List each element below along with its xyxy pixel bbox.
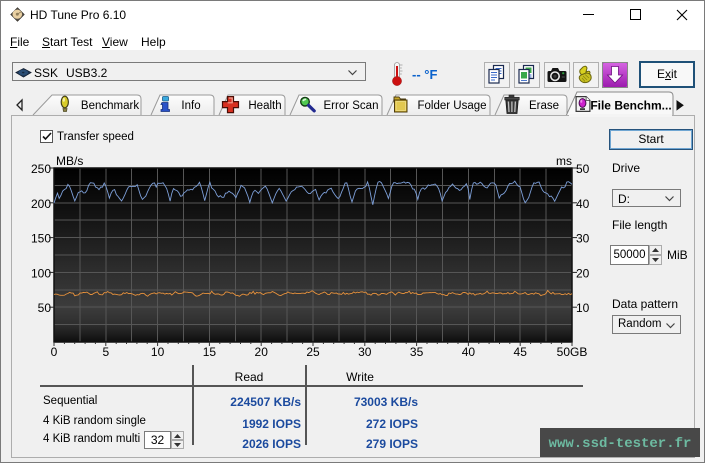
svg-text:40: 40	[462, 345, 476, 359]
svg-text:35: 35	[410, 345, 424, 359]
svg-text:250: 250	[31, 162, 51, 176]
svg-text:5: 5	[102, 345, 109, 359]
svg-text:15: 15	[203, 345, 217, 359]
svg-text:Error Scan: Error Scan	[324, 100, 379, 112]
svg-text:30: 30	[576, 232, 590, 246]
svg-text:200: 200	[31, 197, 51, 211]
svg-text:10: 10	[576, 301, 590, 315]
svg-text:ms: ms	[556, 154, 572, 168]
svg-text:30: 30	[358, 345, 372, 359]
svg-text:50: 50	[38, 301, 52, 315]
svg-text:100: 100	[31, 266, 51, 280]
svg-text:Benchmark: Benchmark	[81, 100, 139, 112]
svg-text:File Benchm...: File Benchm...	[590, 99, 671, 113]
svg-text:20: 20	[255, 345, 269, 359]
svg-text:MB/s: MB/s	[56, 154, 83, 168]
svg-text:50GB: 50GB	[557, 345, 588, 359]
svg-text:20: 20	[576, 266, 590, 280]
svg-text:25: 25	[306, 345, 320, 359]
svg-text:10: 10	[151, 345, 165, 359]
svg-text:0: 0	[51, 345, 58, 359]
svg-text:Folder Usage: Folder Usage	[417, 100, 486, 112]
svg-text:40: 40	[576, 197, 590, 211]
svg-text:Info: Info	[181, 100, 200, 112]
svg-text:45: 45	[514, 345, 528, 359]
svg-text:Health: Health	[248, 100, 281, 112]
svg-text:150: 150	[31, 232, 51, 246]
svg-text:50: 50	[576, 162, 590, 176]
svg-text:Erase: Erase	[529, 100, 559, 112]
